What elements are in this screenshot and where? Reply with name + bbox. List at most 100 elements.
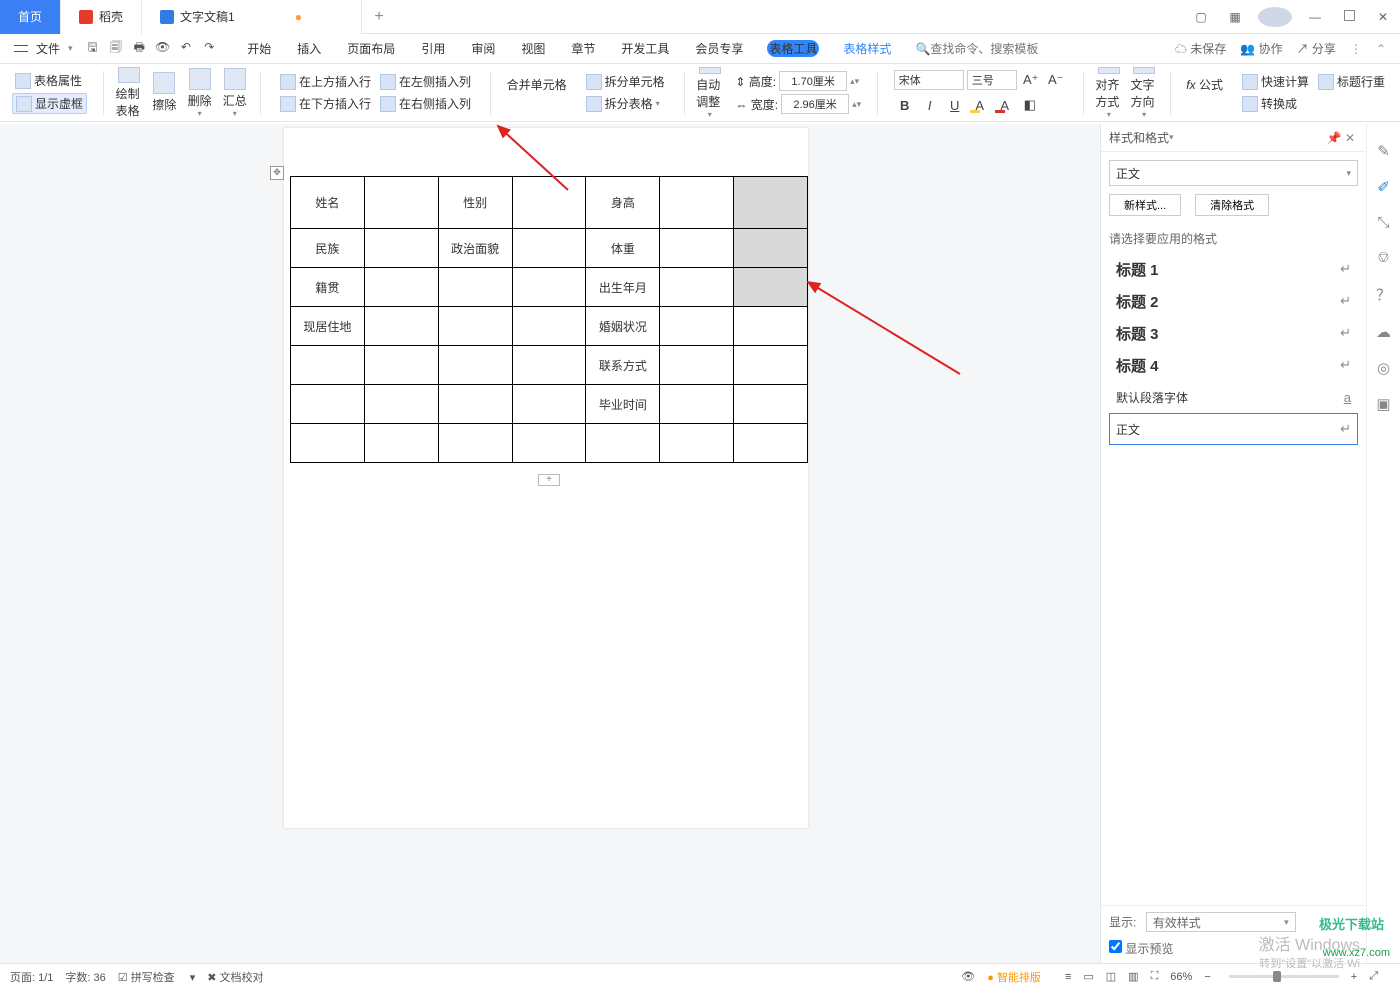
- cell[interactable]: [734, 424, 808, 463]
- style-item[interactable]: 标题 3↵: [1109, 317, 1358, 349]
- draw-table-button[interactable]: 绘制表格: [116, 67, 143, 119]
- search-input[interactable]: [930, 42, 1050, 56]
- document-table[interactable]: 姓名 性别 身高 民族 政治面貌 体重 籍贯 出生年月 现居住地 婚姻状况: [290, 176, 808, 463]
- cell[interactable]: [364, 346, 438, 385]
- insert-row-above-button[interactable]: 在上方插入行: [277, 72, 374, 91]
- align-button[interactable]: 对齐方式▾: [1095, 67, 1122, 119]
- style-item[interactable]: 标题 4↵: [1109, 349, 1358, 381]
- redo-icon[interactable]: ↷: [199, 40, 219, 54]
- delete-button[interactable]: 删除▾: [186, 67, 213, 119]
- cell[interactable]: [586, 424, 660, 463]
- current-style-select[interactable]: 正文▾: [1109, 160, 1358, 186]
- tab-home[interactable]: 首页: [0, 0, 61, 34]
- stepper-icon[interactable]: ▴▾: [850, 76, 859, 87]
- cell[interactable]: [291, 346, 365, 385]
- cell[interactable]: [660, 268, 734, 307]
- grow-font-button[interactable]: A⁺: [1020, 69, 1042, 91]
- preview-checkbox[interactable]: 显示预览: [1109, 942, 1173, 956]
- style-item-default-font[interactable]: 默认段落字体a: [1109, 381, 1358, 413]
- style-item[interactable]: 标题 1↵: [1109, 253, 1358, 285]
- status-page[interactable]: 页面: 1/1: [10, 969, 53, 985]
- rail-window-icon[interactable]: ▣: [1376, 395, 1390, 413]
- cell[interactable]: [660, 177, 734, 229]
- cell[interactable]: [512, 307, 586, 346]
- cell[interactable]: 姓名: [291, 177, 365, 229]
- title-row-button[interactable]: 标题行重: [1315, 72, 1388, 91]
- status-spell[interactable]: ☑ 拼写检查 ▾: [118, 969, 196, 985]
- formula-button[interactable]: fx 公式: [1186, 76, 1223, 93]
- cell[interactable]: 体重: [586, 229, 660, 268]
- show-select[interactable]: 有效样式▾: [1146, 912, 1296, 932]
- insert-col-left-button[interactable]: 在左侧插入列: [377, 72, 474, 91]
- erase-button[interactable]: 擦除: [151, 67, 178, 119]
- italic-button[interactable]: I: [919, 94, 941, 116]
- cell[interactable]: [364, 385, 438, 424]
- pin-icon[interactable]: 📌: [1326, 131, 1342, 145]
- table-props-button[interactable]: 表格属性: [12, 71, 85, 90]
- insert-row-below-button[interactable]: 在下方插入行: [277, 94, 374, 113]
- status-words[interactable]: 字数: 36: [65, 969, 105, 985]
- fullscreen-icon[interactable]: ⤢: [1369, 970, 1378, 983]
- tab-review[interactable]: 审阅: [469, 40, 497, 57]
- cell[interactable]: 籍贯: [291, 268, 365, 307]
- cell[interactable]: [660, 346, 734, 385]
- cell[interactable]: [438, 268, 512, 307]
- tab-start[interactable]: 开始: [245, 40, 273, 57]
- new-style-button[interactable]: 新样式...: [1109, 194, 1181, 216]
- cell[interactable]: [660, 424, 734, 463]
- table-move-handle[interactable]: ✥: [270, 166, 284, 180]
- undo-icon[interactable]: ↶: [176, 40, 196, 54]
- cell[interactable]: [512, 177, 586, 229]
- cell[interactable]: 政治面貌: [438, 229, 512, 268]
- cell[interactable]: [364, 268, 438, 307]
- more-icon[interactable]: ⋮: [1350, 42, 1362, 56]
- stepper-icon-2[interactable]: ▴▾: [852, 99, 861, 110]
- print-icon[interactable]: 🖶: [129, 38, 149, 59]
- cell[interactable]: [438, 346, 512, 385]
- underline-button[interactable]: U: [944, 94, 966, 116]
- cell[interactable]: [660, 385, 734, 424]
- tab-dev[interactable]: 开发工具: [619, 40, 671, 57]
- cell[interactable]: [364, 177, 438, 229]
- convert-button[interactable]: 转换成: [1239, 94, 1300, 113]
- save-as-icon[interactable]: 🗐: [106, 38, 126, 59]
- status-proof[interactable]: ✖ 文档校对: [207, 969, 275, 985]
- style-item[interactable]: 标题 2↵: [1109, 285, 1358, 317]
- rail-cursor-icon[interactable]: ⤡: [1377, 214, 1389, 231]
- cell[interactable]: 联系方式: [586, 346, 660, 385]
- font-color-button[interactable]: A: [994, 94, 1016, 116]
- unsaved-button[interactable]: ☁ 未保存: [1175, 40, 1226, 57]
- tab-member[interactable]: 会员专享: [693, 40, 745, 57]
- cell[interactable]: [734, 346, 808, 385]
- layout-icon[interactable]: ▢: [1184, 10, 1218, 24]
- grid-icon[interactable]: ▦: [1218, 10, 1252, 24]
- rail-select-icon[interactable]: ✎: [1377, 142, 1390, 160]
- collapse-ribbon-icon[interactable]: ⌃: [1376, 42, 1386, 56]
- maximize-button[interactable]: [1332, 10, 1366, 24]
- summary-button[interactable]: 汇总▾: [221, 67, 248, 119]
- zoom-fit-icon[interactable]: ⛶: [1151, 970, 1159, 983]
- tab-table-style[interactable]: 表格样式: [841, 40, 893, 57]
- preview-icon[interactable]: 👁: [153, 40, 173, 54]
- fill-color-button[interactable]: ◧: [1019, 94, 1041, 116]
- minimize-button[interactable]: —: [1298, 10, 1332, 24]
- rail-target-icon[interactable]: ◎: [1377, 359, 1390, 377]
- cell[interactable]: [734, 385, 808, 424]
- cell[interactable]: [364, 229, 438, 268]
- clear-format-button[interactable]: 清除格式: [1195, 194, 1269, 216]
- zoom-in-button[interactable]: +: [1351, 971, 1357, 983]
- cell[interactable]: [660, 229, 734, 268]
- zoom-out-button[interactable]: −: [1204, 971, 1210, 983]
- cell[interactable]: [438, 307, 512, 346]
- merge-cells-button[interactable]: 合并单元格: [507, 76, 567, 93]
- search-box[interactable]: 🔍: [915, 42, 1050, 56]
- cell[interactable]: [512, 229, 586, 268]
- show-frame-button[interactable]: 显示虚框: [12, 93, 87, 114]
- view-print-icon[interactable]: ▥: [1128, 970, 1138, 983]
- style-item-body[interactable]: 正文↵: [1109, 413, 1358, 445]
- cell[interactable]: [438, 385, 512, 424]
- tab-document[interactable]: 文字文稿1 ●: [142, 0, 362, 34]
- tab-section[interactable]: 章节: [569, 40, 597, 57]
- tab-insert[interactable]: 插入: [295, 40, 323, 57]
- height-input[interactable]: 1.70厘米: [779, 71, 847, 91]
